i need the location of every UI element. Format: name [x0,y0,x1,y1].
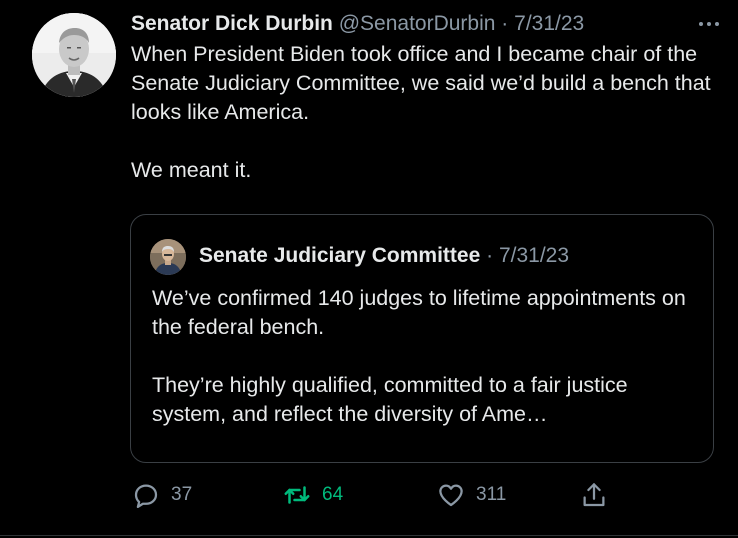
quote-author-avatar[interactable] [150,239,186,275]
share-icon [579,480,609,510]
tweet-paragraph: When President Biden took office and I b… [131,42,711,124]
quote-separator: · [486,244,494,267]
quoted-tweet[interactable]: Senate Judiciary Committee · 7/31/23 We’… [130,214,714,463]
like-button[interactable]: 311 [436,478,506,512]
reply-icon [131,480,161,510]
quote-author-name[interactable]: Senate Judiciary Committee [199,244,480,267]
retweet-icon [282,480,312,510]
tweet-header: Senator Dick Durbin @SenatorDurbin · 7/3… [131,9,721,39]
reply-count: 37 [171,484,193,505]
divider [0,535,738,536]
quote-paragraph: They’re highly qualified, committed to a… [152,373,628,426]
tweet-actions: 37 64 311 [131,478,631,512]
tweet[interactable]: Senator Dick Durbin @SenatorDurbin · 7/3… [0,0,738,538]
retweet-button[interactable]: 64 [282,478,343,512]
author-avatar[interactable] [32,13,116,97]
quote-header: Senate Judiciary Committee · 7/31/23 [199,241,569,271]
quote-date[interactable]: 7/31/23 [499,244,569,267]
quote-paragraph: We’ve confirmed 140 judges to lifetime a… [152,286,686,339]
reply-button[interactable]: 37 [131,478,192,512]
quote-text: We’ve confirmed 140 judges to lifetime a… [152,284,702,429]
share-button[interactable] [579,478,609,512]
heart-icon [436,480,466,510]
tweet-date[interactable]: 7/31/23 [514,12,584,35]
tweet-text: When President Biden took office and I b… [131,40,711,185]
like-count: 311 [476,484,507,505]
retweet-count: 64 [322,484,344,505]
author-name[interactable]: Senator Dick Durbin [131,12,333,35]
tweet-paragraph: We meant it. [131,158,252,182]
header-separator: · [501,12,509,35]
author-handle[interactable]: @SenatorDurbin [339,12,496,35]
